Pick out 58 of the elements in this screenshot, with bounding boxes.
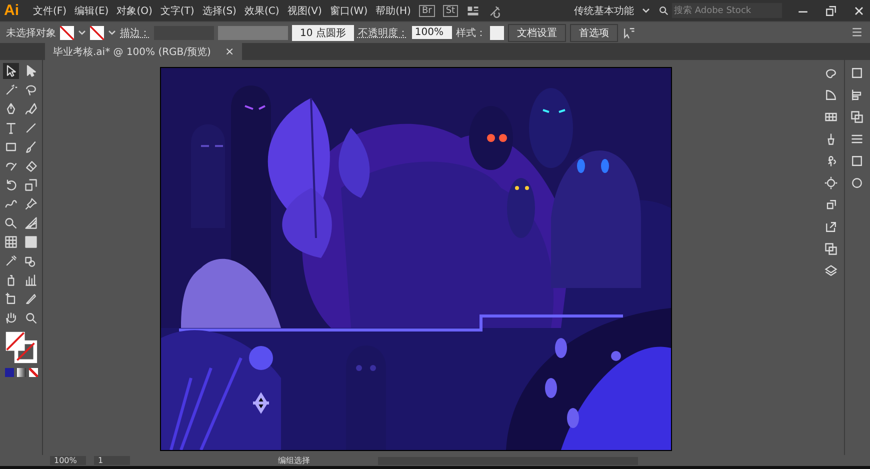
menu-item[interactable]: 效果(C): [244, 4, 280, 18]
horizontal-scrollbar[interactable]: [378, 456, 638, 464]
menu-item[interactable]: 文字(T): [160, 4, 194, 18]
caret-icon[interactable]: [78, 28, 86, 36]
caret-icon[interactable]: [642, 6, 650, 14]
eraser-icon[interactable]: [23, 158, 39, 174]
squares-icon[interactable]: [824, 242, 838, 256]
selection-status: 未选择对象: [6, 26, 56, 40]
search-field[interactable]: 搜索 Adobe Stock: [672, 3, 782, 18]
mesh-icon[interactable]: [3, 234, 19, 250]
menu-item[interactable]: 窗口(W): [330, 4, 368, 18]
document-tab[interactable]: 毕业考核.ai* @ 100% (RGB/预览) ×: [45, 43, 242, 60]
sun-icon[interactable]: [824, 176, 838, 190]
layout-icon[interactable]: [466, 4, 480, 18]
current-tool-label: 编组选择: [278, 455, 310, 466]
menu-item[interactable]: 对象(O): [116, 4, 152, 18]
fill-swatch[interactable]: [60, 26, 74, 40]
artboard-field[interactable]: 1: [94, 456, 130, 465]
none-mode-button[interactable]: [28, 368, 38, 377]
hand-icon[interactable]: [3, 310, 19, 326]
menu-item[interactable]: 视图(V): [287, 4, 322, 18]
search-icon[interactable]: [658, 5, 669, 16]
stroke-label[interactable]: 描边：: [120, 26, 150, 40]
workspace-dropdown[interactable]: 传统基本功能: [574, 4, 634, 18]
style-swatch[interactable]: [490, 26, 504, 40]
menu-item[interactable]: 编辑(E): [74, 4, 109, 18]
color-mode-button[interactable]: [4, 368, 14, 377]
zoom-field[interactable]: 100%: [50, 456, 86, 465]
scale-icon[interactable]: [23, 177, 39, 193]
caret-icon[interactable]: [108, 28, 116, 36]
brush-dropdown[interactable]: 10 点圆形: [292, 24, 354, 40]
pen-icon[interactable]: [23, 101, 39, 117]
search-icon[interactable]: [23, 310, 39, 326]
stock-button[interactable]: St: [442, 4, 458, 16]
shape-builder-icon[interactable]: [3, 215, 19, 231]
app-logo: Ai: [4, 2, 19, 19]
pin-icon[interactable]: [23, 196, 39, 212]
lines-icon[interactable]: [850, 132, 864, 146]
stroke-swatch[interactable]: [90, 26, 104, 40]
menu-item[interactable]: 帮助(H): [376, 4, 411, 18]
fill-stroke-swatches[interactable]: [4, 330, 38, 364]
toolbar-button[interactable]: 文档设置: [508, 24, 566, 42]
close-tab-button[interactable]: ×: [224, 45, 234, 58]
gradient-mode-button[interactable]: [16, 368, 26, 377]
knife-icon[interactable]: [23, 291, 39, 307]
menu-item[interactable]: 选择(S): [202, 4, 236, 18]
variable-width-field[interactable]: [218, 26, 288, 40]
squares-icon[interactable]: [850, 110, 864, 124]
toolbar-button[interactable]: 首选项: [570, 24, 618, 42]
export-icon[interactable]: [824, 220, 838, 234]
menu-item[interactable]: 文件(F): [33, 4, 67, 18]
layers-icon[interactable]: [824, 264, 838, 278]
style-label: 样式：: [456, 26, 486, 40]
opacity-field[interactable]: 100%: [412, 26, 452, 39]
bar-chart-icon[interactable]: [23, 272, 39, 288]
restore-icon[interactable]: [824, 4, 838, 18]
opacity-label[interactable]: 不透明度：: [358, 26, 408, 40]
bridge-button[interactable]: Br: [418, 4, 435, 16]
